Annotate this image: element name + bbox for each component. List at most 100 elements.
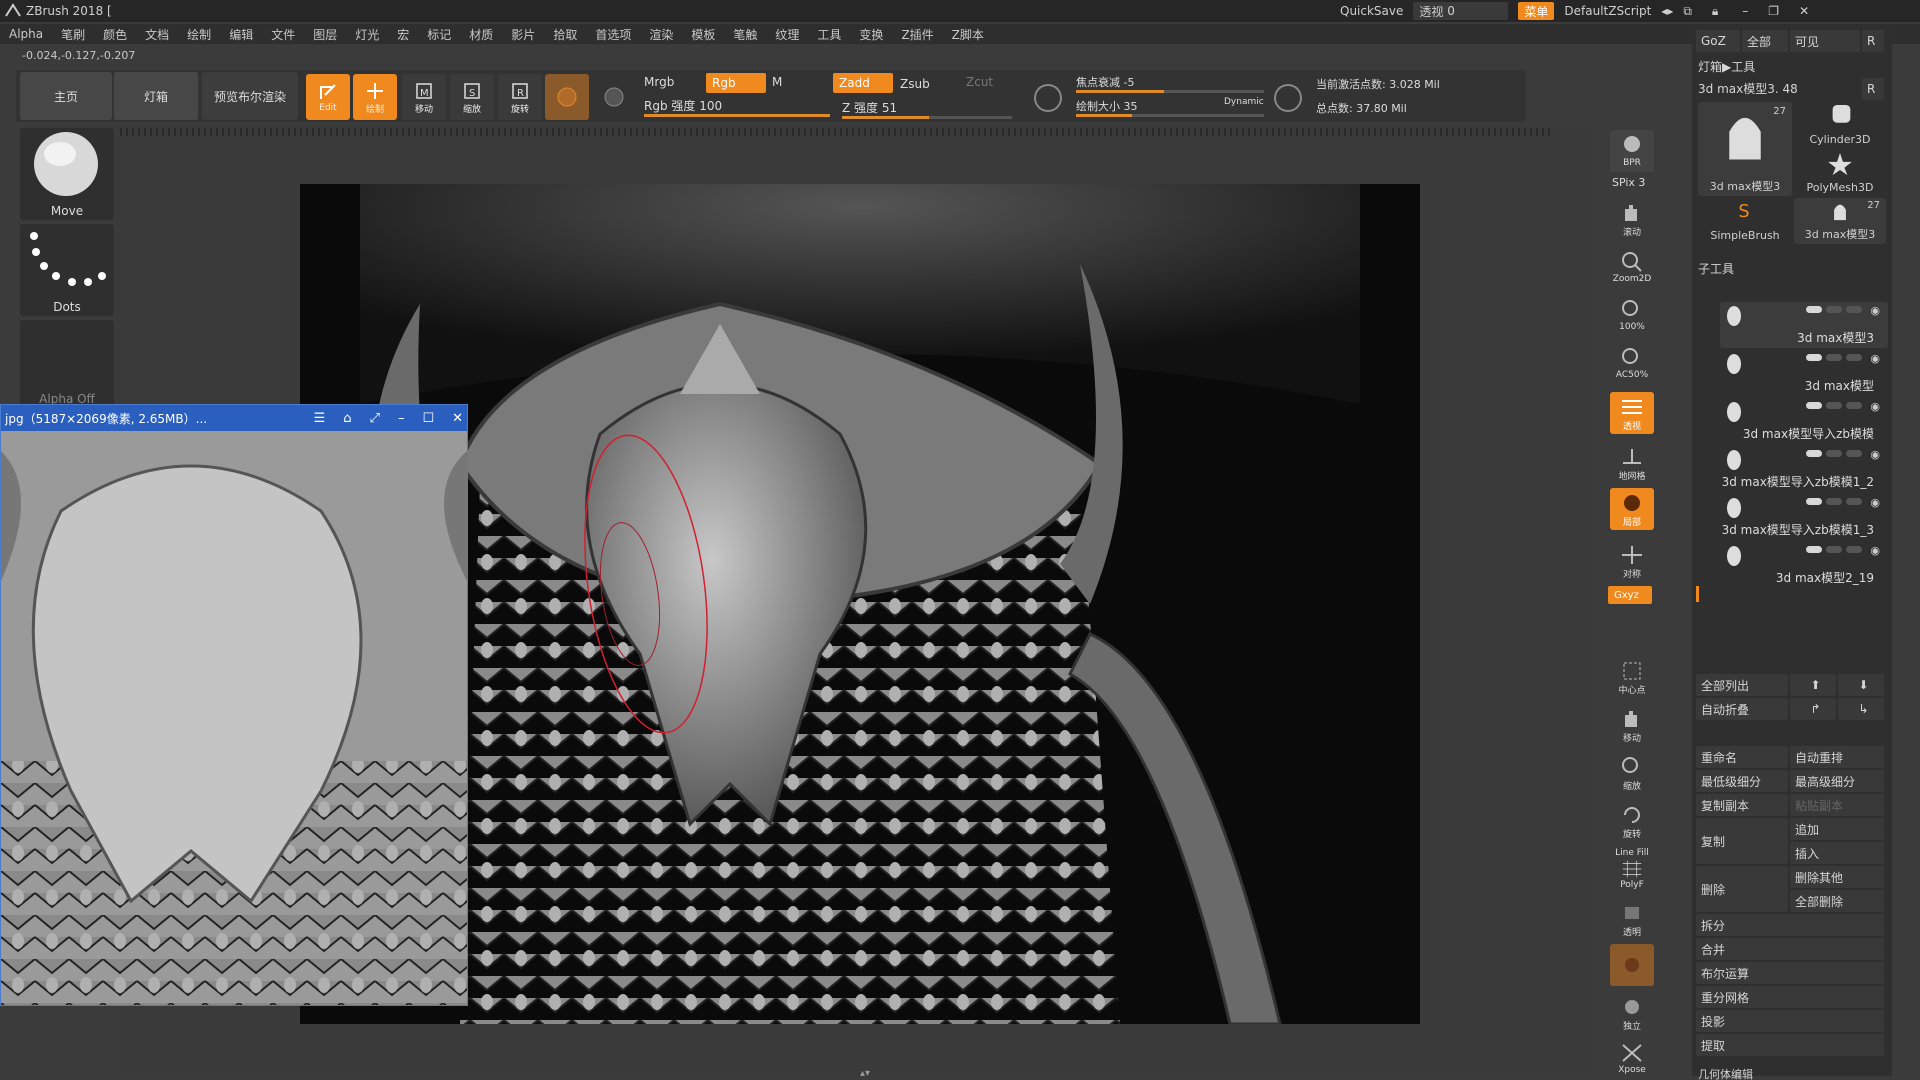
subtool-toggles[interactable] bbox=[1806, 402, 1862, 409]
subtool-scroll-indicator[interactable] bbox=[1696, 586, 1699, 602]
eye-icon[interactable]: ◉ bbox=[1870, 448, 1880, 461]
subtool-toggles[interactable] bbox=[1806, 354, 1862, 361]
mrgb-toggle[interactable]: Mrgb bbox=[644, 75, 674, 89]
lazymouse-d-icon[interactable] bbox=[1274, 84, 1302, 112]
local-button[interactable]: 局部 bbox=[1610, 488, 1654, 530]
rgb-toggle[interactable]: Rgb bbox=[706, 73, 766, 93]
paste-copy-button[interactable]: 粘贴副本 bbox=[1790, 794, 1884, 816]
copy-button[interactable]: 复制 bbox=[1696, 818, 1788, 864]
color-picker-button[interactable] bbox=[592, 74, 636, 120]
reference-window-titlebar[interactable]: jpg（5187×2069像素, 2.65MB）... ☰ ⌂ ⤢ – ☐ ✕ bbox=[1, 405, 467, 431]
close-icon[interactable]: ✕ bbox=[452, 411, 463, 426]
subtool-toggle-on[interactable] bbox=[1806, 498, 1822, 505]
perspective-button[interactable]: 透视 bbox=[1610, 392, 1654, 434]
geometry-edit-header[interactable]: 几何体编辑 bbox=[1698, 1066, 1753, 1080]
subtool-item[interactable]: ◉ 3d max模型导入zb模模 bbox=[1720, 398, 1888, 444]
subtool-toggle-off[interactable] bbox=[1846, 354, 1862, 361]
subtool-toggle-off[interactable] bbox=[1846, 546, 1862, 553]
menu-item[interactable]: 笔触 bbox=[724, 26, 766, 43]
menu-item[interactable]: 编辑 bbox=[220, 26, 262, 43]
tool-thumb-simplebrush[interactable]: S SimpleBrush bbox=[1698, 198, 1792, 244]
subtool-toggle-on[interactable] bbox=[1806, 402, 1822, 409]
tab-home[interactable]: 主页 bbox=[20, 72, 112, 120]
menu-item[interactable]: 标记 bbox=[418, 26, 460, 43]
actual-size-button[interactable]: 100% bbox=[1610, 294, 1654, 336]
xyz-toggle[interactable]: Gxyz bbox=[1608, 586, 1652, 604]
menu-item[interactable]: 宏 bbox=[388, 26, 418, 43]
insert-button[interactable]: 插入 bbox=[1790, 842, 1884, 864]
append-button[interactable]: 追加 bbox=[1790, 818, 1884, 840]
tab-lightbox[interactable]: 灯箱 bbox=[114, 72, 198, 120]
subtool-toggles[interactable] bbox=[1806, 498, 1862, 505]
bpr-button[interactable]: 预览布尔渲染 bbox=[202, 72, 298, 120]
symmetry-button[interactable]: 对称 bbox=[1610, 540, 1654, 582]
subtool-toggle-on[interactable] bbox=[1806, 306, 1822, 313]
lock-icon[interactable]: 🔒︎ bbox=[1712, 4, 1718, 19]
minimize-icon[interactable]: – bbox=[1742, 4, 1748, 18]
xpose-button[interactable]: Xpose bbox=[1610, 1040, 1654, 1076]
draw-size-slider[interactable] bbox=[1076, 114, 1264, 117]
subtool-item[interactable]: ◉ 3d max模型3 bbox=[1720, 302, 1888, 348]
lightbox-tools-link[interactable]: 灯箱▶工具 bbox=[1698, 58, 1755, 75]
alpha-selector[interactable]: Alpha Off bbox=[20, 320, 114, 408]
subtool-toggle-off[interactable] bbox=[1846, 306, 1862, 313]
transparency-slider[interactable]: 透视 0 bbox=[1413, 2, 1509, 20]
zsub-toggle[interactable]: Zsub bbox=[900, 77, 930, 91]
subtool-toggles[interactable] bbox=[1806, 450, 1862, 457]
merge-button[interactable]: 合并 bbox=[1696, 938, 1884, 960]
eye-icon[interactable]: ◉ bbox=[1870, 400, 1880, 413]
subtool-toggles[interactable] bbox=[1806, 306, 1862, 313]
rename-button[interactable]: 重命名 bbox=[1696, 746, 1788, 768]
goz-button[interactable]: GoZ bbox=[1696, 30, 1740, 52]
arrow-right-up-button[interactable]: ↱ bbox=[1790, 698, 1836, 720]
subtool-toggle-off[interactable] bbox=[1826, 354, 1842, 361]
zoom-view-button[interactable]: 缩放 bbox=[1610, 752, 1654, 794]
goz-all-button[interactable]: 全部 bbox=[1742, 30, 1788, 52]
menu-icon[interactable]: ☰ bbox=[314, 411, 326, 426]
tool-r-button[interactable]: R bbox=[1862, 78, 1884, 100]
reference-image-window[interactable]: jpg（5187×2069像素, 2.65MB）... ☰ ⌂ ⤢ – ☐ ✕ bbox=[0, 404, 468, 1006]
maximize-icon[interactable]: ☐ bbox=[422, 411, 434, 426]
delete-button[interactable]: 删除 bbox=[1696, 866, 1788, 912]
boolean-button[interactable]: 布尔运算 bbox=[1696, 962, 1884, 984]
pin-icon[interactable]: ⌂ bbox=[343, 411, 351, 426]
z-intensity-slider[interactable] bbox=[842, 116, 1012, 119]
focal-shift-label[interactable]: 焦点衰减 -5 bbox=[1076, 74, 1134, 90]
rgb-intensity-slider[interactable] bbox=[644, 114, 830, 117]
fit-icon[interactable]: ⤢ bbox=[370, 411, 380, 426]
menu-item[interactable]: 首选项 bbox=[586, 26, 640, 43]
subtool-toggle-off[interactable] bbox=[1826, 402, 1842, 409]
bpr-render-button[interactable]: BPR bbox=[1610, 130, 1654, 172]
menu-item[interactable]: 材质 bbox=[460, 26, 502, 43]
eye-icon[interactable]: ◉ bbox=[1870, 352, 1880, 365]
goz-r-button[interactable]: R bbox=[1862, 30, 1884, 52]
palette-icon[interactable]: ⧉ bbox=[1683, 4, 1692, 19]
menu-item[interactable]: Z插件 bbox=[892, 26, 942, 43]
zadd-toggle[interactable]: Zadd bbox=[833, 73, 893, 93]
subtool-toggle-off[interactable] bbox=[1826, 546, 1842, 553]
subtool-toggle-on[interactable] bbox=[1806, 546, 1822, 553]
spix-slider[interactable]: SPix 3 bbox=[1612, 176, 1645, 189]
menu-item[interactable]: 渲染 bbox=[640, 26, 682, 43]
z-intensity-label[interactable]: Z 强度 51 bbox=[842, 99, 897, 116]
remesh-button[interactable]: 重分网格 bbox=[1696, 986, 1884, 1008]
eye-icon[interactable]: ◉ bbox=[1870, 304, 1880, 317]
menu-item[interactable]: 颜色 bbox=[94, 26, 136, 43]
subtool-item[interactable]: ◉ 3d max模型导入zb模模1_3 bbox=[1720, 494, 1888, 540]
menu-item[interactable]: 拾取 bbox=[544, 26, 586, 43]
frame-button[interactable]: 中心点 bbox=[1610, 656, 1654, 698]
3d-viewport[interactable] bbox=[300, 184, 1420, 1024]
goz-visible-button[interactable]: 可见 bbox=[1790, 30, 1860, 52]
edit-button[interactable]: Edit bbox=[306, 74, 350, 120]
tool-thumb-main[interactable]: 27 3d max模型3 bbox=[1698, 102, 1792, 196]
duplicate-button[interactable]: 复制副本 bbox=[1696, 794, 1788, 816]
menu-item[interactable]: 文档 bbox=[136, 26, 178, 43]
extract-button[interactable]: 提取 bbox=[1696, 1034, 1884, 1056]
subtool-toggle-off[interactable] bbox=[1826, 498, 1842, 505]
menu-button[interactable]: 菜单 bbox=[1518, 2, 1555, 20]
dynamic-toggle[interactable]: Dynamic bbox=[1224, 97, 1264, 107]
auto-collapse-button[interactable]: 自动折叠 bbox=[1696, 698, 1788, 720]
subtool-toggle-off[interactable] bbox=[1826, 450, 1842, 457]
delete-other-button[interactable]: 删除其他 bbox=[1790, 866, 1884, 888]
tool-thumb-polymesh[interactable]: PolyMesh3D bbox=[1794, 150, 1886, 196]
